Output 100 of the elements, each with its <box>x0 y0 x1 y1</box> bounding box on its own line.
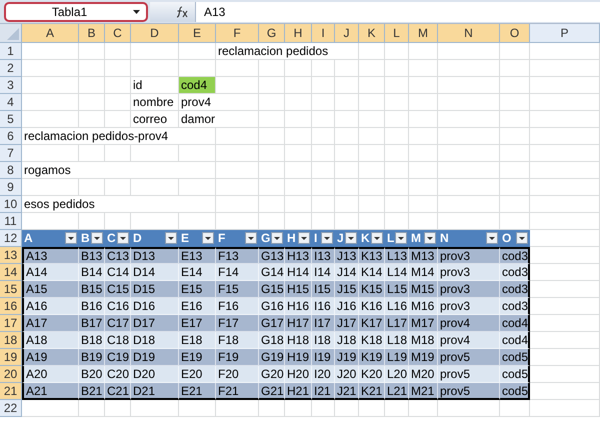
empty-cell[interactable] <box>385 145 409 162</box>
empty-cell[interactable] <box>438 128 500 145</box>
empty-cell[interactable] <box>335 162 359 179</box>
empty-cell[interactable] <box>216 60 259 77</box>
empty-cell[interactable] <box>409 145 438 162</box>
empty-cell[interactable] <box>359 128 385 145</box>
empty-cell[interactable] <box>79 145 105 162</box>
empty-cell[interactable] <box>409 111 438 128</box>
empty-cell[interactable] <box>179 400 216 417</box>
empty-cell[interactable] <box>530 145 600 162</box>
empty-cell[interactable] <box>216 145 259 162</box>
row-header[interactable]: 11 <box>0 213 22 230</box>
empty-cell[interactable] <box>359 43 385 60</box>
empty-cell[interactable] <box>438 196 500 213</box>
empty-cell[interactable] <box>335 196 359 213</box>
empty-cell[interactable] <box>438 400 500 417</box>
empty-cell[interactable] <box>359 60 385 77</box>
row-header[interactable]: 17 <box>0 315 22 332</box>
empty-cell[interactable] <box>530 111 600 128</box>
empty-cell[interactable] <box>312 145 335 162</box>
empty-cell[interactable] <box>530 60 600 77</box>
empty-cell[interactable] <box>259 77 285 94</box>
empty-cell[interactable] <box>500 60 530 77</box>
empty-cell[interactable] <box>131 179 179 196</box>
column-header[interactable]: M <box>409 24 438 43</box>
empty-cell[interactable] <box>105 43 131 60</box>
empty-cell[interactable] <box>312 77 335 94</box>
empty-cell[interactable] <box>385 128 409 145</box>
column-header[interactable]: O <box>500 24 530 43</box>
empty-cell[interactable] <box>385 196 409 213</box>
row-header[interactable]: 19 <box>0 349 22 366</box>
empty-cell[interactable] <box>438 145 500 162</box>
empty-cell[interactable] <box>216 128 259 145</box>
empty-cell[interactable] <box>335 179 359 196</box>
empty-cell[interactable] <box>105 111 131 128</box>
empty-cell[interactable] <box>216 162 259 179</box>
filter-button[interactable] <box>202 232 214 244</box>
filter-button[interactable] <box>271 232 283 244</box>
empty-cell[interactable] <box>79 400 105 417</box>
empty-cell[interactable] <box>500 43 530 60</box>
empty-cell[interactable] <box>500 162 530 179</box>
empty-cell[interactable] <box>385 77 409 94</box>
empty-cell[interactable] <box>500 77 530 94</box>
empty-cell[interactable] <box>259 162 285 179</box>
row-header[interactable]: 15 <box>0 281 22 298</box>
empty-cell[interactable] <box>500 94 530 111</box>
filter-button[interactable] <box>91 232 103 244</box>
empty-cell[interactable] <box>409 77 438 94</box>
empty-cell[interactable] <box>105 94 131 111</box>
empty-cell[interactable] <box>259 128 285 145</box>
empty-cell[interactable] <box>385 43 409 60</box>
empty-cell[interactable] <box>335 77 359 94</box>
empty-cell[interactable] <box>259 196 285 213</box>
filter-button[interactable] <box>345 232 357 244</box>
column-header[interactable]: D <box>131 24 179 43</box>
empty-cell[interactable] <box>500 400 530 417</box>
column-header[interactable]: I <box>312 24 335 43</box>
empty-cell[interactable] <box>359 145 385 162</box>
filter-button[interactable] <box>245 232 257 244</box>
empty-cell[interactable] <box>285 60 312 77</box>
row-header[interactable]: 16 <box>0 298 22 315</box>
empty-cell[interactable] <box>335 94 359 111</box>
empty-cell[interactable] <box>335 60 359 77</box>
empty-cell[interactable] <box>312 60 335 77</box>
row-header[interactable]: 20 <box>0 366 22 383</box>
empty-cell[interactable] <box>179 43 216 60</box>
empty-cell[interactable] <box>500 111 530 128</box>
empty-cell[interactable] <box>335 145 359 162</box>
empty-cell[interactable] <box>335 128 359 145</box>
empty-cell[interactable] <box>359 162 385 179</box>
column-header[interactable]: H <box>285 24 312 43</box>
empty-cell[interactable] <box>409 128 438 145</box>
row-header[interactable]: 8 <box>0 162 22 179</box>
empty-cell[interactable] <box>105 77 131 94</box>
empty-cell[interactable] <box>385 162 409 179</box>
empty-cell[interactable] <box>312 400 335 417</box>
empty-cell[interactable] <box>530 77 600 94</box>
empty-cell[interactable] <box>216 400 259 417</box>
empty-cell[interactable] <box>409 94 438 111</box>
empty-cell[interactable] <box>530 43 600 60</box>
empty-cell[interactable] <box>438 162 500 179</box>
row-header[interactable]: 22 <box>0 400 22 417</box>
empty-cell[interactable] <box>285 162 312 179</box>
column-header[interactable]: G <box>259 24 285 43</box>
empty-cell[interactable] <box>285 77 312 94</box>
empty-cell[interactable] <box>385 94 409 111</box>
empty-cell[interactable] <box>285 94 312 111</box>
empty-cell[interactable] <box>259 111 285 128</box>
column-header[interactable]: E <box>179 24 216 43</box>
empty-cell[interactable] <box>530 94 600 111</box>
row-header[interactable]: 3 <box>0 77 22 94</box>
empty-cell[interactable] <box>259 179 285 196</box>
column-header[interactable]: B <box>79 24 105 43</box>
empty-cell[interactable] <box>409 400 438 417</box>
empty-cell[interactable] <box>79 77 105 94</box>
empty-cell[interactable] <box>179 145 216 162</box>
empty-cell[interactable] <box>312 162 335 179</box>
filter-button[interactable] <box>516 232 528 244</box>
empty-cell[interactable] <box>385 179 409 196</box>
row-header[interactable]: 7 <box>0 145 22 162</box>
